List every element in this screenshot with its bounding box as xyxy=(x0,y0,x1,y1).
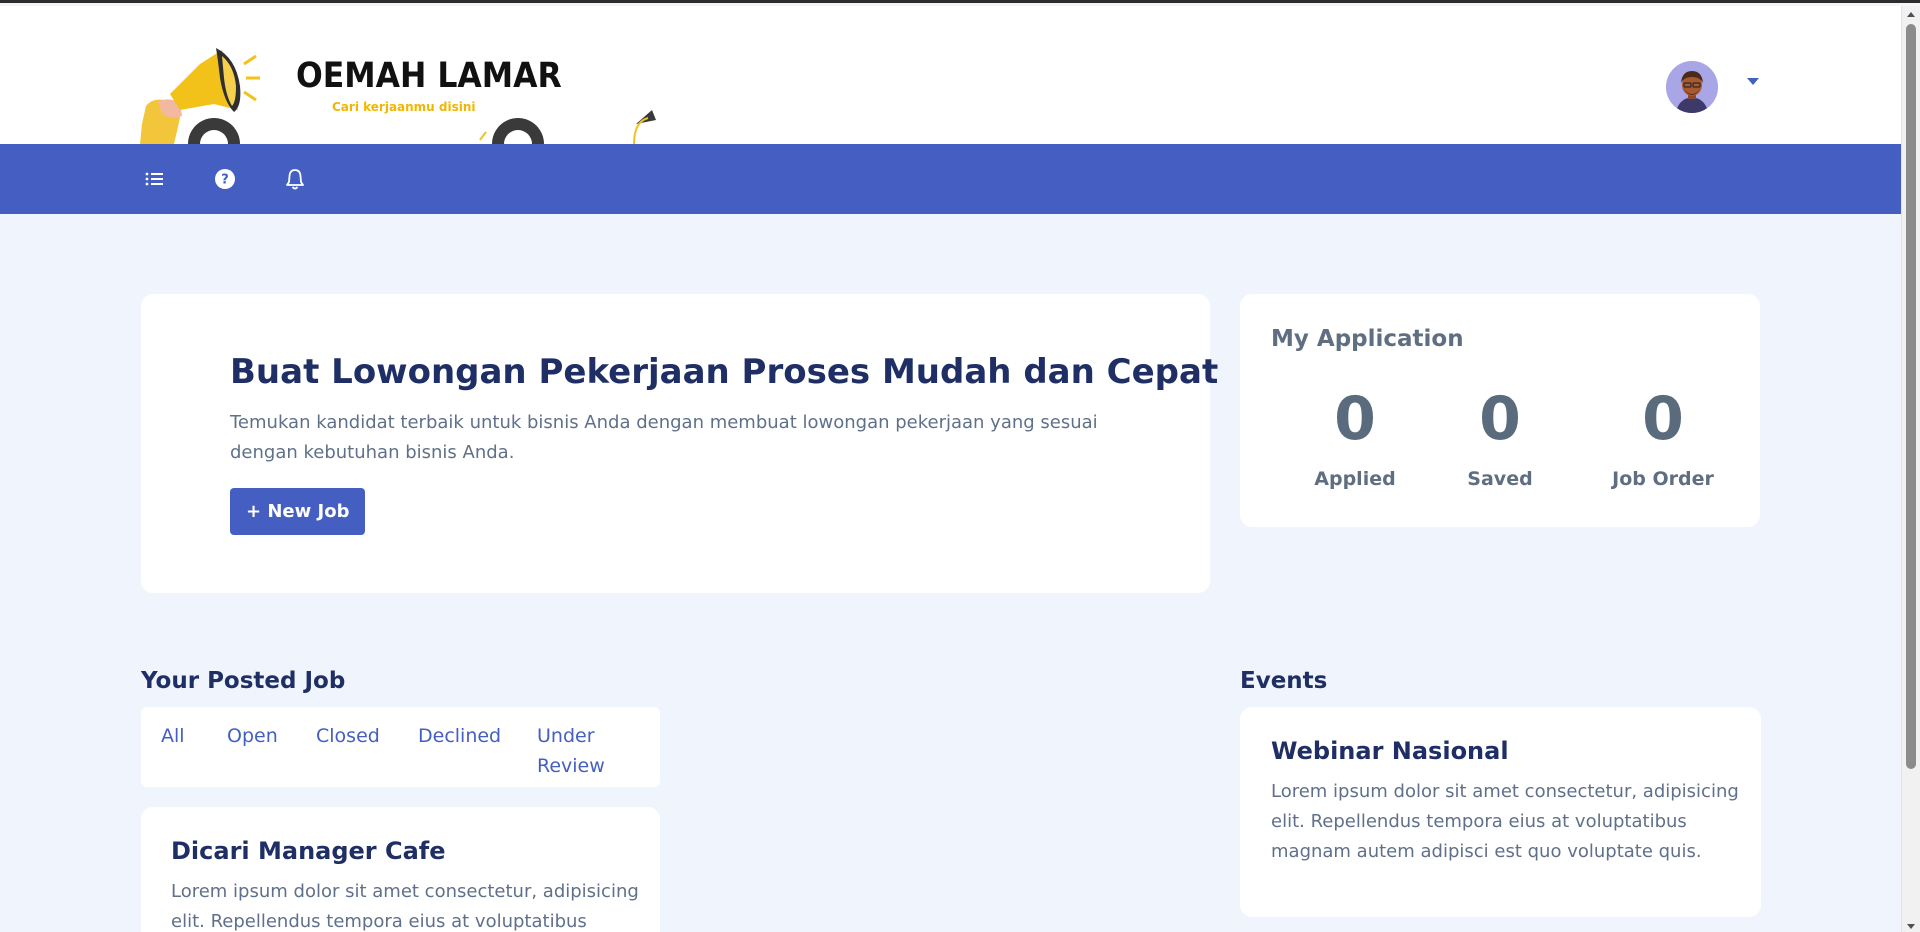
bell-icon[interactable] xyxy=(283,167,307,191)
hero-title: Buat Lowongan Pekerjaan Proses Mudah dan… xyxy=(230,352,1219,392)
events-title: Events xyxy=(1240,668,1328,694)
stat-value: 0 xyxy=(1479,384,1521,454)
job-description: Lorem ipsum dolor sit amet consectetur, … xyxy=(171,881,639,932)
scroll-thumb[interactable] xyxy=(1906,24,1916,769)
user-avatar-icon xyxy=(1666,61,1718,113)
list-icon[interactable] xyxy=(143,167,167,191)
stat-saved[interactable]: 0 Saved xyxy=(1430,384,1570,490)
new-job-button[interactable]: + New Job xyxy=(230,488,366,535)
stat-value: 0 xyxy=(1642,384,1684,454)
tab-all[interactable]: All xyxy=(161,721,185,751)
hero-description: Temukan kandidat terbaik untuk bisnis An… xyxy=(230,412,1098,463)
event-card[interactable]: Webinar Nasional Lorem ipsum dolor sit a… xyxy=(1240,707,1761,917)
stat-job-order[interactable]: 0 Job Order xyxy=(1593,384,1733,490)
stat-label: Job Order xyxy=(1612,468,1714,490)
tab-under-review[interactable]: Under Review xyxy=(537,721,617,781)
job-title: Dicari Manager Cafe xyxy=(171,837,446,865)
header: OEMAH LAMAR Cari kerjaanmu disini xyxy=(0,6,1901,144)
chevron-down-icon[interactable] xyxy=(1747,78,1759,85)
my-application-card: My Application 0 Applied 0 Saved 0 Job O… xyxy=(1240,294,1760,527)
stat-applied[interactable]: 0 Applied xyxy=(1285,384,1425,490)
tab-declined[interactable]: Declined xyxy=(418,721,501,751)
job-card[interactable]: Dicari Manager Cafe Lorem ipsum dolor si… xyxy=(141,807,660,932)
vertical-scrollbar[interactable] xyxy=(1901,6,1920,932)
hero-card: Buat Lowongan Pekerjaan Proses Mudah dan… xyxy=(141,294,1218,593)
scroll-down-icon[interactable] xyxy=(1907,924,1915,929)
tab-open[interactable]: Open xyxy=(227,721,278,751)
stat-value: 0 xyxy=(1334,384,1376,454)
stat-label: Applied xyxy=(1314,468,1396,490)
brand-title: OEMAH LAMAR xyxy=(296,56,562,96)
brand-tagline: Cari kerjaanmu disini xyxy=(332,100,476,114)
page: OEMAH LAMAR Cari kerjaanmu disini ? Buat… xyxy=(0,6,1901,932)
navbar: ? xyxy=(0,144,1901,214)
scroll-up-icon[interactable] xyxy=(1907,12,1915,17)
tab-closed[interactable]: Closed xyxy=(316,721,380,751)
posted-job-title: Your Posted Job xyxy=(141,668,346,694)
avatar[interactable] xyxy=(1666,61,1718,113)
svg-text:?: ? xyxy=(221,173,229,188)
posted-job-tabs: All Open Closed Declined Under Review xyxy=(141,707,660,787)
event-title: Webinar Nasional xyxy=(1271,737,1509,765)
help-icon[interactable]: ? xyxy=(213,167,237,191)
stat-label: Saved xyxy=(1467,468,1533,490)
event-description: Lorem ipsum dolor sit amet consectetur, … xyxy=(1271,781,1739,862)
my-application-title: My Application xyxy=(1271,326,1464,352)
